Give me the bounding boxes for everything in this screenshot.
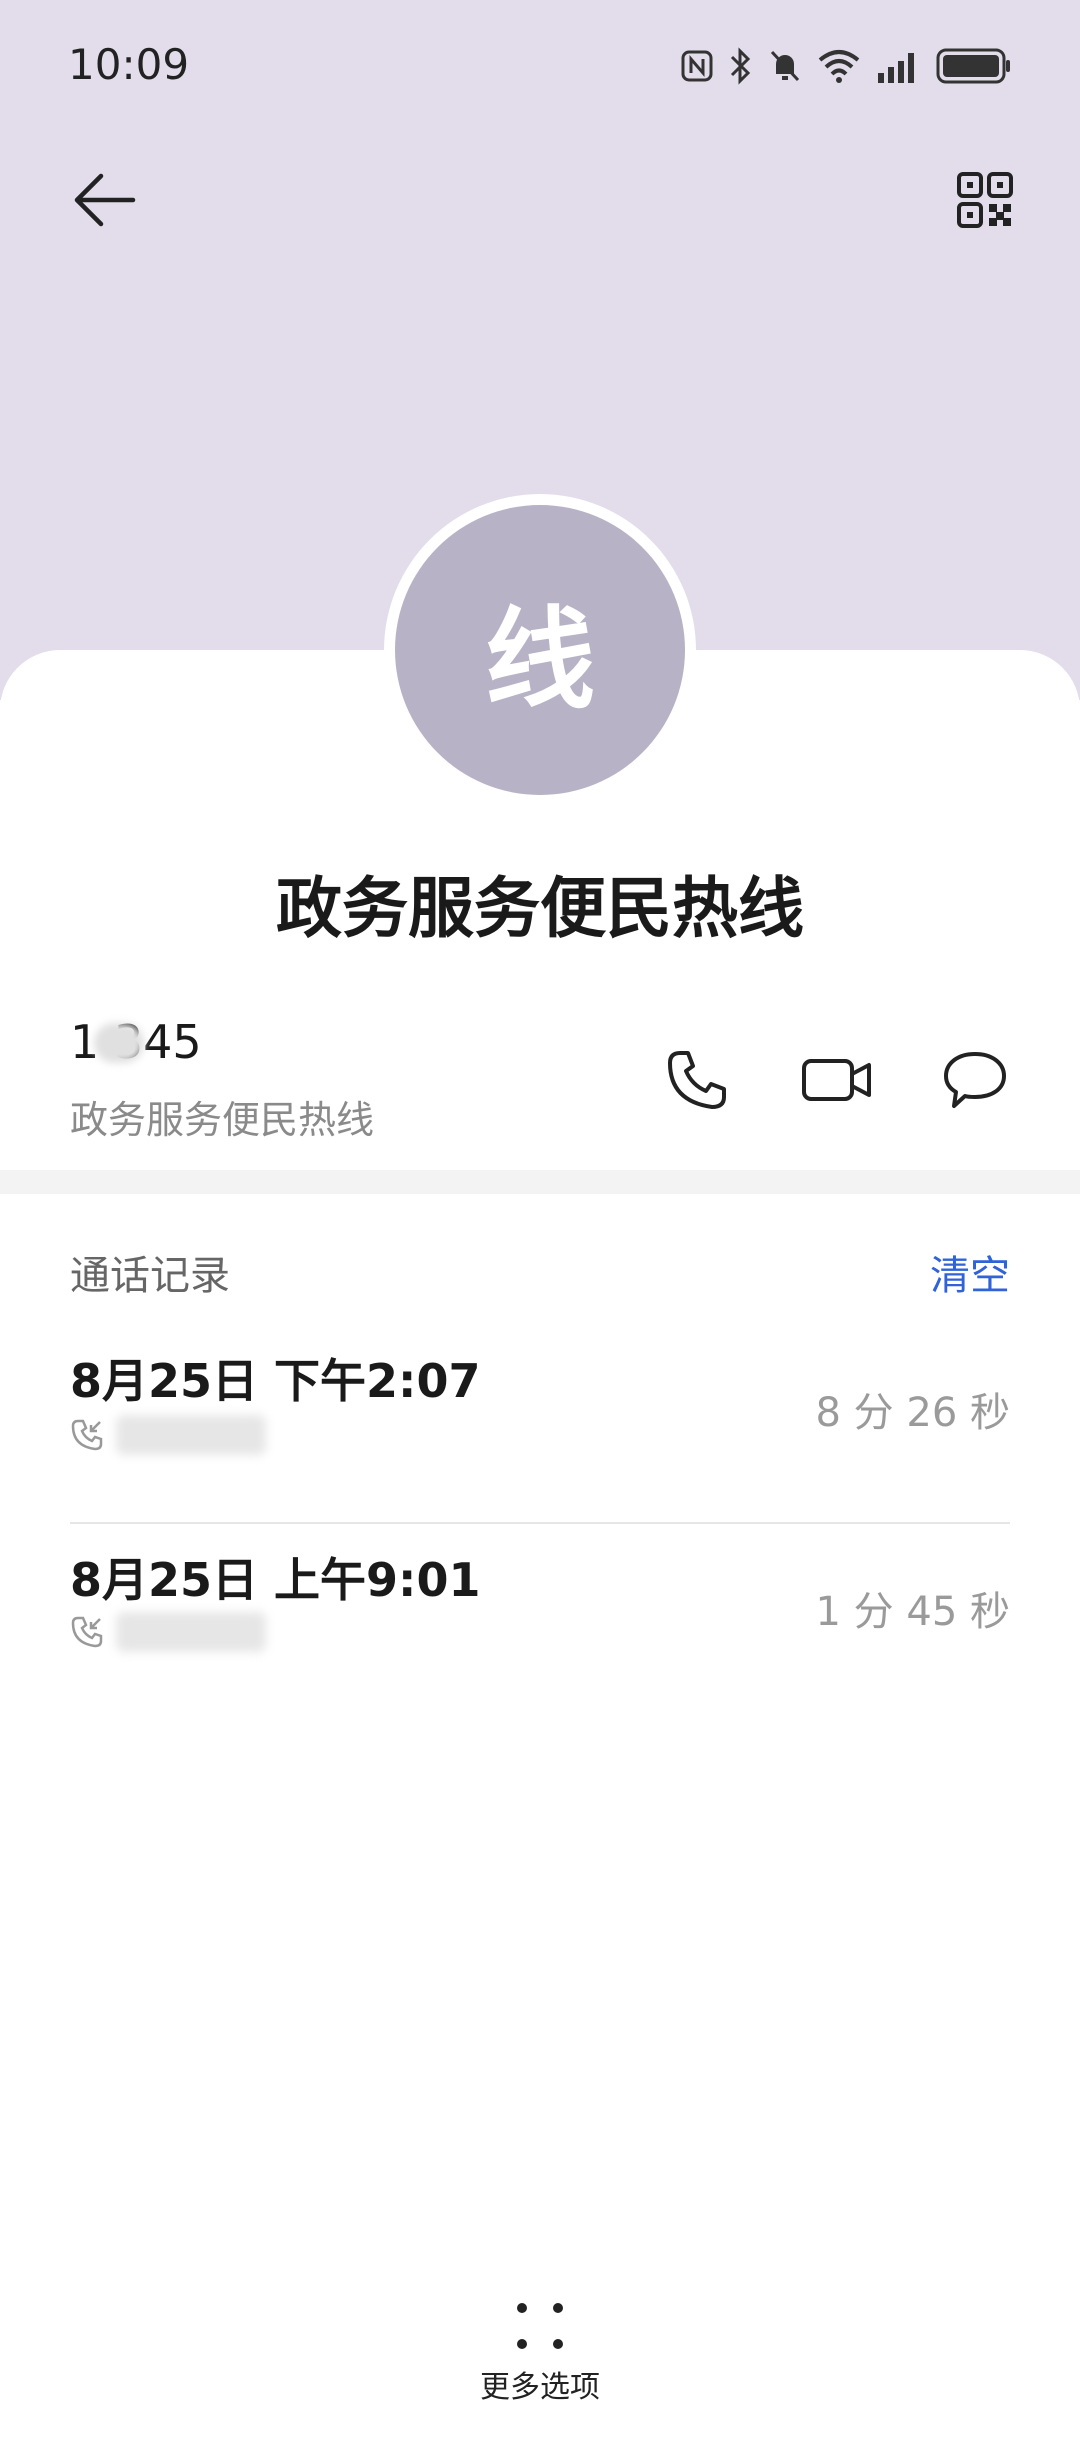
- call-record-duration: 1 分 45 秒: [815, 1589, 1011, 1635]
- status-bar: 10:09: [0, 0, 1080, 135]
- message-button[interactable]: [930, 1040, 1020, 1120]
- call-record[interactable]: 8月25日 上午9:01 1 分 45 秒: [70, 1522, 1010, 1702]
- back-button[interactable]: [60, 155, 150, 245]
- qr-code-button[interactable]: [940, 155, 1030, 245]
- avatar-initial: 线: [395, 505, 685, 795]
- avatar: 线: [384, 494, 696, 806]
- phone-number-label: 政务服务便民热线: [70, 1098, 375, 1142]
- more-dots-icon: [517, 2303, 563, 2349]
- mute-icon: [770, 50, 800, 82]
- more-options-button[interactable]: 更多选项: [440, 2300, 640, 2406]
- arrow-left-icon: [74, 173, 136, 227]
- more-options-label: 更多选项: [480, 2370, 600, 2405]
- call-button[interactable]: [652, 1040, 742, 1120]
- phone-number-row[interactable]: 1 345 政务服务便民热线: [70, 1015, 374, 1144]
- incoming-call-icon: [71, 1419, 103, 1451]
- call-record[interactable]: 8月25日 下午2:07 8 分 26 秒: [70, 1335, 1010, 1515]
- redacted-number: [116, 1415, 266, 1455]
- call-record-sub: [70, 1612, 266, 1652]
- video-call-button[interactable]: [792, 1040, 882, 1120]
- call-record-date: 8月25日 下午2:07: [70, 1354, 481, 1408]
- redacted-number: [116, 1612, 266, 1652]
- call-record-date: 8月25日 上午9:01: [70, 1553, 481, 1607]
- message-icon: [944, 1052, 1006, 1108]
- clear-button[interactable]: 清空: [930, 1243, 1010, 1301]
- battery-icon: [936, 48, 1010, 84]
- bluetooth-icon: [730, 47, 751, 85]
- call-log-title: 通话记录: [70, 1253, 230, 1299]
- nfc-icon: [681, 50, 713, 82]
- status-icons: [680, 44, 1012, 88]
- call-record-sub: [70, 1415, 266, 1455]
- signal-icon: [878, 53, 914, 83]
- status-time: 10:09: [68, 40, 190, 89]
- section-divider: [0, 1170, 1080, 1194]
- incoming-call-icon: [71, 1616, 103, 1648]
- qr-code-icon: [957, 172, 1013, 228]
- wifi-icon: [818, 50, 860, 83]
- call-record-duration: 8 分 26 秒: [815, 1390, 1011, 1436]
- redaction-blur: [94, 1023, 144, 1063]
- video-icon: [802, 1059, 871, 1101]
- phone-icon: [668, 1051, 726, 1109]
- contact-name: 政务服务便民热线: [276, 870, 804, 947]
